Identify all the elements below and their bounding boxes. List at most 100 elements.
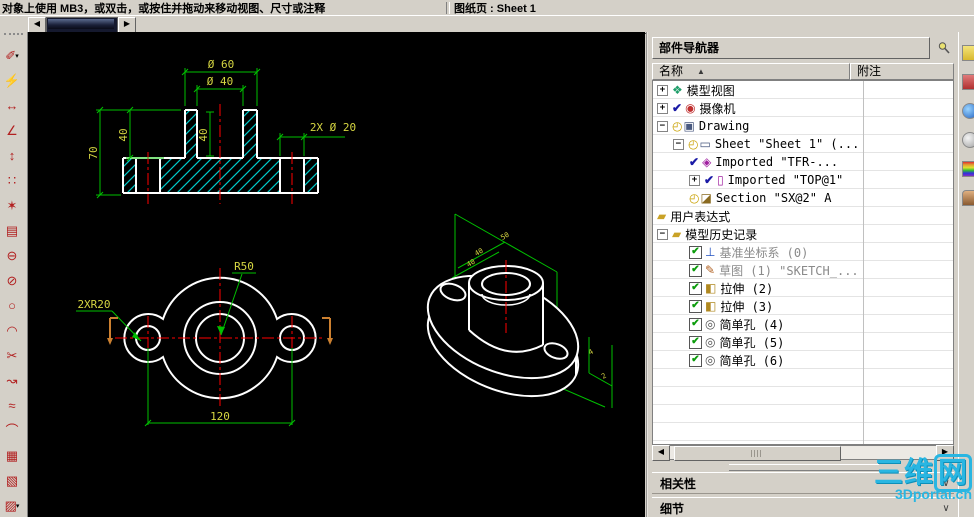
tree-item-label[interactable]: 拉伸 (3): [720, 298, 773, 315]
tree-row[interactable]: ✔ ◧ 拉伸 (3): [653, 297, 953, 315]
horizontal-dimension-button[interactable]: ↔: [0, 93, 24, 118]
tree-item-label[interactable]: 简单孔 (4): [719, 316, 784, 333]
dim-radius-20[interactable]: 2XR20: [77, 298, 110, 311]
panel-splitter[interactable]: [729, 464, 879, 471]
pin-button[interactable]: [934, 38, 954, 58]
user-role-icon[interactable]: [962, 190, 974, 206]
angular-dimension-button[interactable]: ∠: [0, 118, 24, 143]
check-mark[interactable]: ✔: [672, 101, 682, 115]
iso-dim[interactable]: 40: [473, 247, 484, 258]
tree-item-label[interactable]: 拉伸 (2): [720, 280, 773, 297]
chamfer-dimension-button[interactable]: ✂: [0, 343, 24, 368]
dim-width-120[interactable]: 120: [210, 410, 230, 423]
tree-row[interactable]: ▰ 用户表达式: [653, 207, 953, 225]
check-mark[interactable]: ✔: [689, 155, 699, 169]
dependencies-section-bar[interactable]: 相关性 ∨: [652, 472, 954, 494]
nav-scrollbar-track[interactable]: [670, 445, 936, 461]
nav-scroll-right-button[interactable]: ▶: [936, 445, 954, 461]
inferred-dimension-button[interactable]: ✐ ▾: [0, 43, 24, 68]
tree-item-label[interactable]: 基准坐标系 (0): [719, 244, 808, 261]
expander-icon[interactable]: −: [673, 138, 684, 150]
dim-diameter-40[interactable]: Ø 40: [207, 75, 234, 88]
dim-diameter-60[interactable]: Ø 60: [208, 58, 235, 71]
tree-row[interactable]: ◴ ◪ Section "SX@2" A: [653, 189, 953, 207]
dim-height-40[interactable]: 40: [117, 128, 130, 141]
tree-item-label[interactable]: 草图 (1) "SKETCH_...: [719, 262, 859, 279]
details-section-bar[interactable]: 细节 ∨: [652, 497, 954, 517]
iso-dim[interactable]: 40: [465, 258, 476, 269]
tree-row[interactable]: + ❖ 模型视图: [653, 81, 953, 99]
arc-length-dimension-button[interactable]: ⌒: [0, 418, 24, 443]
expander-icon[interactable]: +: [689, 174, 700, 186]
tree-row[interactable]: ✔ ◎ 简单孔 (4): [653, 315, 953, 333]
tree-item-label[interactable]: 摄像机: [700, 100, 736, 117]
check-mark[interactable]: ✔: [704, 173, 714, 187]
expander-icon[interactable]: −: [657, 228, 668, 240]
chevron-down-icon[interactable]: ∨: [938, 478, 954, 489]
ordinate-dimension-button[interactable]: ∷: [0, 168, 24, 193]
web-browser-icon[interactable]: [962, 103, 974, 119]
tree-row[interactable]: ✔ ✎ 草图 (1) "SKETCH_...: [653, 261, 953, 279]
column-divider[interactable]: [863, 81, 864, 444]
tree-row[interactable]: + ✔ ▯ Imported "TOP@1": [653, 171, 953, 189]
column-header-note[interactable]: 附注: [850, 63, 954, 80]
scroll-left-button[interactable]: ◀: [28, 17, 46, 33]
tree-row[interactable]: ✔ ◈ Imported "TFR-...: [653, 153, 953, 171]
check-mark[interactable]: ✔: [689, 245, 702, 259]
vertical-dimension-button[interactable]: ↕: [0, 143, 24, 168]
tree-item-label[interactable]: 模型视图: [687, 82, 735, 99]
expander-icon[interactable]: −: [657, 120, 668, 132]
nav-scrollbar-thumb[interactable]: [674, 446, 841, 461]
favorites-icon[interactable]: [962, 45, 974, 61]
drawing-canvas[interactable]: Ø 60 Ø 40 70 40 40 2X Ø 20 R50 2XR20 120…: [28, 32, 645, 517]
color-palette-icon[interactable]: [962, 161, 974, 177]
tree-item-label[interactable]: Drawing: [699, 119, 750, 133]
plan-view[interactable]: R50 2XR20 120: [76, 260, 333, 427]
dim-hole-depth-40[interactable]: 40: [197, 128, 210, 141]
iso-dim[interactable]: 4: [587, 348, 595, 357]
feature-note-button[interactable]: ▤: [0, 218, 24, 243]
chevron-down-icon[interactable]: ∨: [938, 503, 954, 514]
tree-row[interactable]: − ◴ ▣ Drawing: [653, 117, 953, 135]
navigator-tree[interactable]: + ❖ 模型视图 + ✔ ◉ 摄像机 − ◴ ▣ Drawing − ◴ ▭ She…: [652, 80, 954, 445]
move-view-button[interactable]: ▧: [0, 468, 24, 493]
check-mark[interactable]: ✔: [689, 299, 702, 313]
tree-item-label[interactable]: 简单孔 (6): [719, 352, 784, 369]
curve-length-dimension-button[interactable]: ≈: [0, 393, 24, 418]
isometric-view[interactable]: 50 40 40 4 2: [413, 213, 613, 416]
dim-height-70[interactable]: 70: [87, 146, 100, 159]
cylindrical-dimension-button[interactable]: ⊖: [0, 243, 24, 268]
check-mark[interactable]: ✔: [689, 335, 702, 349]
expander-icon[interactable]: +: [657, 102, 668, 114]
check-mark[interactable]: ✔: [689, 281, 702, 295]
scrollbar-thumb[interactable]: [48, 19, 114, 29]
tree-item-label[interactable]: 简单孔 (5): [719, 334, 784, 351]
tree-row[interactable]: ✔ ◎ 简单孔 (6): [653, 351, 953, 369]
expander-icon[interactable]: +: [657, 84, 668, 96]
tree-item-label[interactable]: Imported "TFR-...: [715, 155, 838, 169]
front-section-view[interactable]: Ø 60 Ø 40 70 40 40 2X Ø 20: [87, 58, 356, 204]
check-mark[interactable]: ✔: [689, 317, 702, 331]
section-line-button[interactable]: ▨ ▾: [0, 493, 24, 517]
tree-row[interactable]: ✔ ⊥ 基准坐标系 (0): [653, 243, 953, 261]
view-boundary-button[interactable]: ▦: [0, 443, 24, 468]
tree-row[interactable]: + ✔ ◉ 摄像机: [653, 99, 953, 117]
nav-scroll-left-button[interactable]: ◀: [652, 445, 670, 461]
radius-dimension-button[interactable]: ○: [0, 293, 24, 318]
tree-row[interactable]: − ▰ 模型历史记录: [653, 225, 953, 243]
tree-row[interactable]: ✔ ◎ 简单孔 (5): [653, 333, 953, 351]
tree-item-label[interactable]: Sheet "Sheet 1" (...: [715, 137, 860, 151]
tree-row[interactable]: ✔ ◧ 拉伸 (2): [653, 279, 953, 297]
tree-item-label[interactable]: Section "SX@2" A: [716, 191, 832, 205]
point-dimension-button[interactable]: ✶: [0, 193, 24, 218]
role-icon[interactable]: [962, 74, 974, 90]
scroll-right-button[interactable]: ▶: [118, 17, 136, 33]
dropdown-caret-icon[interactable]: ▾: [16, 502, 20, 510]
diameter-dimension-button[interactable]: ⊘: [0, 268, 24, 293]
rapid-dimension-button[interactable]: ⚡: [0, 68, 24, 93]
leader-annotation-button[interactable]: ↝: [0, 368, 24, 393]
arc-dimension-button[interactable]: ◠: [0, 318, 24, 343]
toolbar-grip-handle[interactable]: [4, 33, 23, 41]
find-icon[interactable]: [962, 132, 974, 148]
check-mark[interactable]: ✔: [689, 353, 702, 367]
